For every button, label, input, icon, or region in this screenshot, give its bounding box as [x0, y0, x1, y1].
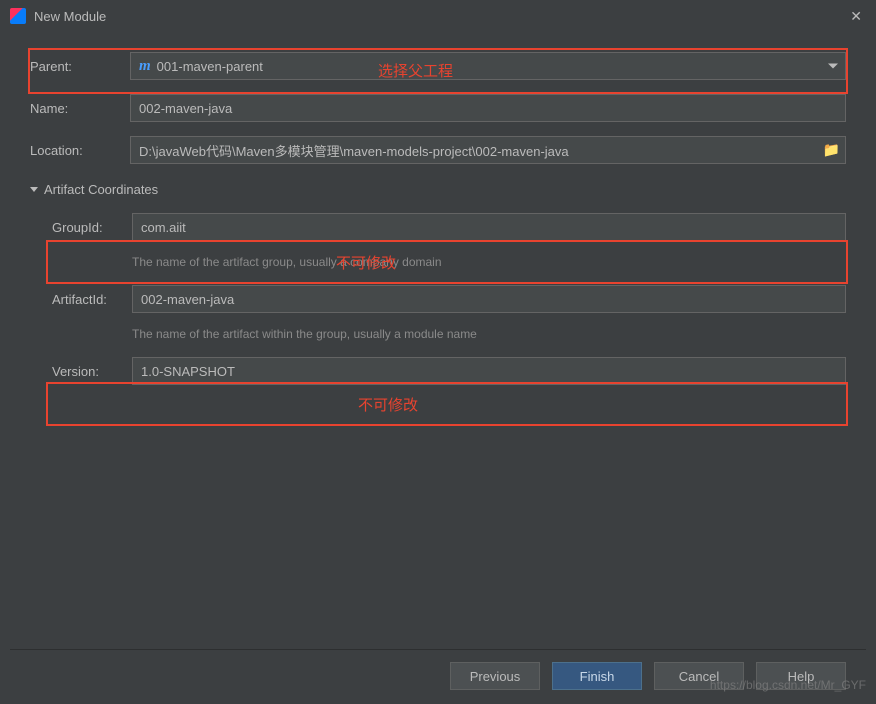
chevron-down-icon — [30, 187, 38, 192]
cancel-button[interactable]: Cancel — [654, 662, 744, 690]
artifact-coordinates-label: Artifact Coordinates — [44, 182, 158, 197]
version-row: Version: — [52, 357, 846, 385]
parent-value: 001-maven-parent — [157, 59, 263, 74]
artifact-coordinates-header[interactable]: Artifact Coordinates — [30, 182, 846, 197]
folder-icon[interactable]: 📁 — [823, 142, 840, 159]
name-label: Name: — [30, 101, 130, 116]
button-bar: Previous Finish Cancel Help — [450, 662, 846, 690]
groupid-label: GroupId: — [52, 220, 132, 235]
artifactid-row: ArtifactId: — [52, 285, 846, 313]
parent-dropdown[interactable]: m 001-maven-parent — [130, 52, 846, 80]
dialog-content: Parent: m 001-maven-parent Name: Locatio… — [0, 32, 876, 409]
groupid-row: GroupId: — [52, 213, 846, 241]
chevron-down-icon — [828, 64, 838, 69]
groupid-help: The name of the artifact group, usually … — [132, 255, 846, 269]
previous-button[interactable]: Previous — [450, 662, 540, 690]
location-input[interactable] — [130, 136, 846, 164]
app-icon — [10, 8, 26, 24]
maven-icon: m — [139, 58, 151, 75]
name-input[interactable] — [130, 94, 846, 122]
artifactid-input[interactable] — [132, 285, 846, 313]
help-button[interactable]: Help — [756, 662, 846, 690]
close-icon[interactable]: ✕ — [846, 8, 866, 25]
titlebar: New Module ✕ — [0, 0, 876, 32]
groupid-input[interactable] — [132, 213, 846, 241]
artifactid-label: ArtifactId: — [52, 292, 132, 307]
parent-label: Parent: — [30, 59, 130, 74]
location-row: Location: 📁 — [30, 136, 846, 164]
finish-button[interactable]: Finish — [552, 662, 642, 690]
version-input[interactable] — [132, 357, 846, 385]
separator — [10, 649, 866, 650]
version-label: Version: — [52, 364, 132, 379]
artifactid-help: The name of the artifact within the grou… — [132, 327, 846, 341]
artifact-coordinates-section: GroupId: The name of the artifact group,… — [30, 213, 846, 385]
window-title: New Module — [34, 9, 106, 24]
parent-row: Parent: m 001-maven-parent — [30, 52, 846, 80]
name-row: Name: — [30, 94, 846, 122]
location-label: Location: — [30, 143, 130, 158]
